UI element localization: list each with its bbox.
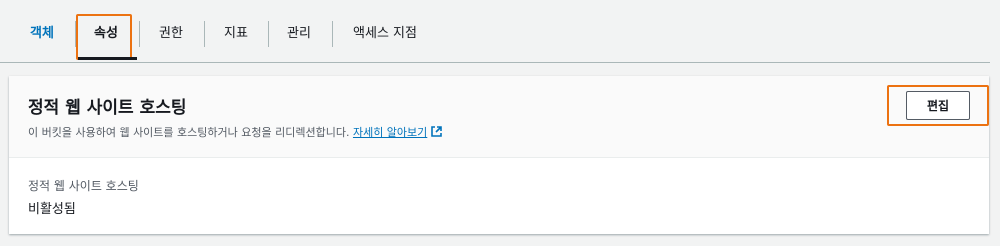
tab-divider <box>268 21 269 47</box>
field-value: 비활성됨 <box>28 202 76 217</box>
field-label: 정적 웹 사이트 호스팅 <box>28 179 139 193</box>
panel-description: 이 버킷을 사용하여 웹 사이트를 호스팅하거나 요청을 리디렉션합니다. 자세… <box>28 124 443 141</box>
tab-objects[interactable]: 객체 <box>27 22 57 46</box>
tab-divider <box>139 21 140 47</box>
tab-metrics[interactable]: 지표 <box>220 22 252 46</box>
tab-management[interactable]: 관리 <box>283 22 315 46</box>
tab-access-points[interactable]: 액세스 지점 <box>348 22 422 46</box>
panel-title: 정적 웹 사이트 호스팅 <box>28 98 187 118</box>
active-tab-indicator <box>78 57 137 60</box>
tab-permissions[interactable]: 권한 <box>155 22 187 46</box>
panel-header: 정적 웹 사이트 호스팅 이 버킷을 사용하여 웹 사이트를 호스팅하거나 요청… <box>9 76 989 158</box>
static-website-hosting-panel: 정적 웹 사이트 호스팅 이 버킷을 사용하여 웹 사이트를 호스팅하거나 요청… <box>9 76 989 234</box>
tab-bar: 객체 속성 권한 지표 관리 액세스 지점 <box>0 0 990 63</box>
tab-divider <box>204 21 205 47</box>
edit-button[interactable]: 편집 <box>906 91 970 120</box>
description-text: 이 버킷을 사용하여 웹 사이트를 호스팅하거나 요청을 리디렉션합니다. <box>28 126 350 139</box>
tab-divider <box>332 21 333 47</box>
tab-properties[interactable]: 속성 <box>90 22 122 46</box>
learn-more-link[interactable]: 자세히 알아보기 <box>353 126 427 139</box>
external-link-icon[interactable] <box>430 125 443 141</box>
